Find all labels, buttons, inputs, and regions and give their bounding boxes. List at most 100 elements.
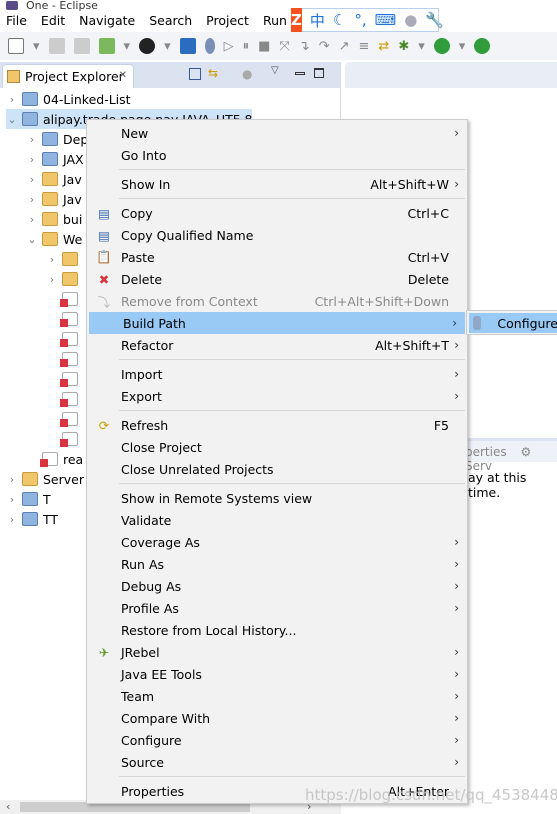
maximize-icon[interactable]	[314, 68, 324, 78]
menu-item-debug-as[interactable]: Debug As ›	[87, 575, 467, 597]
tree-item[interactable]: › T	[6, 489, 51, 509]
menu-search[interactable]: Search	[149, 13, 192, 28]
tree-item[interactable]: › Dep	[26, 129, 88, 149]
expand-chevron-icon[interactable]: ›	[6, 493, 18, 506]
debug-icon[interactable]: ✱	[398, 39, 409, 54]
menu-run[interactable]: Run	[263, 13, 287, 28]
user-icon[interactable]: ●	[404, 11, 417, 29]
view-menu-icon[interactable]: ▽	[271, 65, 279, 76]
close-icon[interactable]: ✕	[119, 70, 127, 81]
tree-item[interactable]	[46, 289, 83, 309]
console-icon[interactable]	[179, 38, 196, 54]
skip-breakpoints-icon[interactable]	[204, 38, 215, 54]
use-step-filters-icon[interactable]: ≡	[359, 39, 370, 54]
menu-item-refresh[interactable]: ⟳ Refresh F5	[87, 414, 467, 436]
link-with-editor-icon[interactable]: ⇆	[208, 66, 218, 80]
tree-item[interactable]: › TT	[6, 509, 58, 529]
tree-item[interactable]: ⌄ We	[26, 229, 82, 249]
expand-chevron-icon[interactable]: ›	[26, 133, 38, 146]
menu-edit[interactable]: Edit	[41, 13, 65, 28]
tree-item[interactable]: › 04-Linked-List	[6, 89, 131, 109]
tree-item[interactable]: › JAX	[26, 149, 84, 169]
menu-navigate[interactable]: Navigate	[79, 13, 135, 28]
expand-chevron-icon[interactable]: ⌄	[6, 113, 18, 126]
expand-chevron-icon[interactable]: ›	[6, 513, 18, 526]
menu-item-close-unrelated-projects[interactable]: Close Unrelated Projects	[87, 458, 467, 480]
run-last-icon[interactable]	[474, 38, 491, 54]
minimize-icon[interactable]	[295, 72, 305, 75]
terminate-icon[interactable]: ■	[258, 39, 270, 54]
account-icon[interactable]	[139, 38, 156, 54]
step-return-icon[interactable]: ↗	[339, 39, 350, 54]
menu-item-java-ee-tools[interactable]: Java EE Tools ›	[87, 663, 467, 685]
tree-item[interactable]: › Jav	[26, 189, 82, 209]
tree-item[interactable]	[46, 329, 83, 349]
tree-item[interactable]: ›	[46, 269, 83, 289]
punctuation-icon[interactable]: °,	[354, 11, 366, 29]
menu-file[interactable]: File	[6, 13, 27, 28]
menu-item-paste[interactable]: 📋 Paste Ctrl+V	[87, 246, 467, 268]
expand-chevron-icon[interactable]: ›	[46, 253, 58, 266]
new-icon[interactable]	[8, 38, 24, 54]
expand-chevron-icon[interactable]: ›	[6, 473, 18, 486]
menu-item-coverage-as[interactable]: Coverage As ›	[87, 531, 467, 553]
ime-mode[interactable]: 中	[310, 10, 325, 31]
menu-item-restore-from-local-history[interactable]: Restore from Local History...	[87, 619, 467, 641]
expand-chevron-icon[interactable]: ⌄	[26, 233, 38, 246]
tree-item[interactable]: › bui	[26, 209, 83, 229]
deploy-icon[interactable]	[98, 38, 115, 54]
filter-icon[interactable]: ●	[242, 67, 252, 81]
expand-chevron-icon[interactable]: ›	[26, 193, 38, 206]
menu-item-new[interactable]: New ›	[87, 122, 467, 144]
properties-tab[interactable]: perties	[465, 445, 507, 459]
menu-item-team[interactable]: Team ›	[87, 685, 467, 707]
menu-item-refactor[interactable]: Refactor Alt+Shift+T ›	[87, 334, 467, 356]
menu-project[interactable]: Project	[206, 13, 249, 28]
menu-item-validate[interactable]: Validate	[87, 509, 467, 531]
menu-item-configure[interactable]: Configure ›	[87, 729, 467, 751]
scroll-left-icon[interactable]: ‹	[6, 800, 10, 813]
expand-chevron-icon[interactable]: ›	[46, 273, 58, 286]
menu-item-copy[interactable]: ▤ Copy Ctrl+C	[87, 202, 467, 224]
tree-item[interactable]	[46, 309, 83, 329]
ime-logo[interactable]: Z	[291, 8, 302, 32]
menu-item-export[interactable]: Export ›	[87, 385, 467, 407]
save-all-icon[interactable]	[73, 38, 90, 54]
menu-item-compare-with[interactable]: Compare With ›	[87, 707, 467, 729]
menu-item-build-path[interactable]: Build Path ›	[89, 312, 465, 334]
menu-item-show-in[interactable]: Show In Alt+Shift+W ›	[87, 173, 467, 195]
menu-item-close-project[interactable]: Close Project	[87, 436, 467, 458]
tree-item[interactable]: ›	[46, 249, 83, 269]
tree-item[interactable]: › Server	[6, 469, 84, 489]
step-into-icon[interactable]: ↴	[299, 39, 310, 54]
tree-item[interactable]	[46, 349, 83, 369]
collapse-all-icon[interactable]	[189, 68, 201, 80]
tree-item[interactable]	[46, 429, 83, 449]
menu-item-import[interactable]: Import ›	[87, 363, 467, 385]
suspend-icon[interactable]: ⏸	[243, 39, 250, 54]
run-icon[interactable]	[433, 38, 450, 54]
step-over-icon[interactable]: ↷	[319, 39, 330, 54]
tab-project-explorer[interactable]: Project Explorer ✕	[2, 64, 134, 88]
menu-item-profile-as[interactable]: Profile As ›	[87, 597, 467, 619]
tree-item[interactable]	[46, 389, 83, 409]
menu-item-run-as[interactable]: Run As ›	[87, 553, 467, 575]
disconnect-icon[interactable]: ⤧	[279, 39, 289, 54]
menu-item-go-into[interactable]: Go Into	[87, 144, 467, 166]
tree-item[interactable]	[46, 409, 83, 429]
keyboard-icon[interactable]: ⌨	[375, 11, 397, 29]
expand-chevron-icon[interactable]: ›	[6, 93, 18, 106]
menu-item-delete[interactable]: ✖ Delete Delete	[87, 268, 467, 290]
menu-item-configure[interactable]: Configure	[469, 313, 557, 333]
drop-frame-icon[interactable]: ⇄	[378, 39, 389, 54]
tree-item[interactable]: rea	[26, 449, 83, 469]
menu-item-source[interactable]: Source ›	[87, 751, 467, 773]
menu-item-copy-qualified-name[interactable]: ▤ Copy Qualified Name	[87, 224, 467, 246]
resume-icon[interactable]: ▷	[224, 39, 234, 54]
menu-item-jrebel[interactable]: ✈ JRebel ›	[87, 641, 467, 663]
expand-chevron-icon[interactable]: ›	[26, 153, 38, 166]
wrench-icon[interactable]: 🔧	[425, 11, 444, 29]
menu-item-show-in-remote-systems-view[interactable]: Show in Remote Systems view	[87, 487, 467, 509]
tree-item[interactable]	[46, 369, 83, 389]
expand-chevron-icon[interactable]: ›	[26, 213, 38, 226]
